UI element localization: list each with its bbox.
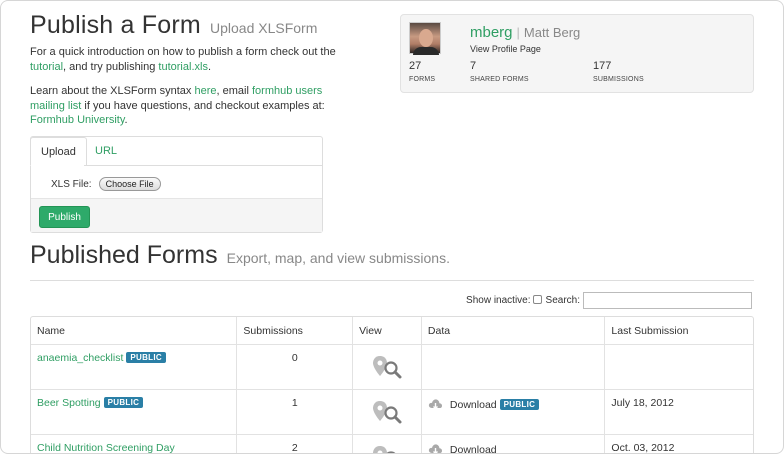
stat-label: SUBMISSIONS [593, 76, 644, 83]
forms-table: Name Submissions View Data Last Submissi… [30, 316, 754, 454]
avatar[interactable] [409, 22, 441, 55]
intro-text-part: Learn about the XLSForm syntax [30, 85, 195, 97]
page-header: Publish a Form Upload XLSForm [30, 11, 317, 40]
search-label: Search: [545, 295, 580, 307]
intro-paragraph-1: For a quick introduction on how to publi… [30, 45, 340, 74]
search-input[interactable] [583, 292, 752, 309]
view-cell [352, 435, 421, 454]
intro-text-part: , and try publishing [63, 60, 159, 73]
stat-label: FORMS [409, 76, 436, 83]
stat-label: SHARED FORMS [470, 76, 529, 83]
table-row: Child Nutrition Screening Day 2 Download… [31, 434, 753, 454]
intro-text-part: . [207, 60, 212, 73]
last-submission-cell: Oct. 03, 2012 [604, 435, 753, 453]
stat-value: 7 [470, 60, 477, 72]
data-cell [420, 345, 604, 389]
intro-text-part: . [124, 114, 128, 126]
profile-card: mberg | Matt Berg View Profile Page 27 FOR… [400, 14, 754, 93]
avatar-body [413, 47, 439, 55]
stat-forms: 27 FORMS [409, 60, 435, 83]
form-name-link[interactable]: anaemia_checklist [37, 352, 123, 364]
cloud-download-icon[interactable] [428, 397, 443, 411]
public-badge: PUBLIC [499, 399, 540, 410]
page-subtitle: Upload XLSForm [209, 20, 318, 36]
publish-button[interactable]: Publish [39, 206, 90, 228]
download-link[interactable]: Download [450, 399, 497, 411]
public-badge: PUBLIC [103, 397, 144, 408]
data-cell: Download [420, 435, 604, 454]
tutorial-link[interactable]: tutorial [30, 61, 63, 73]
table-row: Beer Spotting PUBLIC 1 Download PUBLIC Jul… [31, 389, 753, 434]
page-frame: Publish a Form Upload XLSForm For a quic… [0, 0, 784, 454]
last-submission-cell: July 18, 2012 [604, 390, 753, 434]
cloud-download-icon[interactable] [428, 442, 443, 454]
column-header-data[interactable]: Data [420, 317, 604, 344]
table-row: anaemia_checklist PUBLIC 0 [31, 344, 753, 389]
published-forms-header: Published Forms Export, map, and view su… [30, 241, 450, 270]
intro-text: For a quick introduction on how to publi… [30, 45, 340, 138]
stat-value: 177 [593, 60, 612, 72]
table-header-row: Name Submissions View Data Last Submissi… [31, 317, 753, 344]
column-header-submissions[interactable]: Submissions [236, 317, 352, 344]
public-badge: PUBLIC [126, 352, 166, 363]
upload-tabs: Upload URL [30, 137, 322, 166]
stat-shared-forms: 7 SHARED FORMS [470, 60, 529, 83]
form-name-cell: Child Nutrition Screening Day [31, 435, 236, 453]
submissions-cell: 0 [236, 345, 352, 389]
tab-upload[interactable]: Upload [30, 137, 87, 166]
map-search-icon[interactable] [372, 399, 404, 425]
column-header-view[interactable]: View [352, 317, 421, 344]
tabs-divider [84, 165, 322, 166]
form-name-cell: anaemia_checklist PUBLIC [31, 345, 236, 389]
upload-panel: Upload URL XLS File: Choose File Publish [30, 136, 323, 233]
tutorial-xls-link[interactable]: tutorial.xls [158, 61, 208, 73]
view-cell [352, 345, 421, 389]
form-name-link[interactable]: Beer Spotting [37, 397, 101, 409]
map-search-icon[interactable] [372, 444, 404, 454]
intro-text-part: For a quick introduction on how to publi… [30, 46, 336, 58]
intro-paragraph-2: Learn about the XLSForm syntax here, ema… [30, 84, 340, 128]
formhub-university-link[interactable]: Formhub University [30, 114, 125, 126]
data-cell: Download PUBLIC [420, 390, 604, 434]
name-separator: | [516, 25, 520, 40]
view-profile-link[interactable]: View Profile Page [470, 44, 541, 54]
stat-submissions: 177 SUBMISSIONS [593, 60, 644, 83]
show-inactive-label: Show inactive: [466, 295, 531, 307]
username-link[interactable]: mberg [470, 24, 513, 41]
xls-file-label: XLS File: [51, 179, 92, 190]
file-row: XLS File: Choose File [51, 177, 161, 191]
choose-file-button[interactable]: Choose File [98, 177, 161, 191]
intro-text-part: , email [216, 85, 252, 97]
show-inactive-checkbox[interactable] [532, 295, 542, 305]
profile-name: mberg | Matt Berg [470, 24, 580, 41]
section-divider [30, 280, 754, 281]
map-search-icon[interactable] [372, 354, 404, 380]
full-name: Matt Berg [523, 25, 581, 40]
table-filter: Show inactive: Search: [466, 292, 752, 309]
view-cell [352, 390, 421, 434]
xlsform-syntax-link[interactable]: here [194, 85, 216, 97]
column-header-last-submission[interactable]: Last Submission [604, 317, 753, 344]
published-forms-title: Published Forms [30, 241, 218, 269]
form-name-link[interactable]: Child Nutrition Screening Day [37, 442, 175, 453]
intro-text-part: if you have questions, and checkout exam… [81, 99, 325, 112]
submissions-cell: 1 [236, 390, 352, 434]
submissions-cell: 2 [236, 435, 352, 453]
avatar-face [419, 29, 433, 47]
column-header-name[interactable]: Name [31, 317, 236, 344]
stat-value: 27 [409, 60, 422, 72]
last-submission-cell [604, 345, 753, 389]
form-name-cell: Beer Spotting PUBLIC [31, 390, 236, 434]
download-link[interactable]: Download [450, 444, 497, 453]
tab-url[interactable]: URL [85, 137, 127, 166]
published-forms-subtitle: Export, map, and view submissions. [226, 250, 450, 266]
upload-actions: Publish [31, 198, 322, 232]
page-title: Publish a Form [30, 11, 201, 39]
